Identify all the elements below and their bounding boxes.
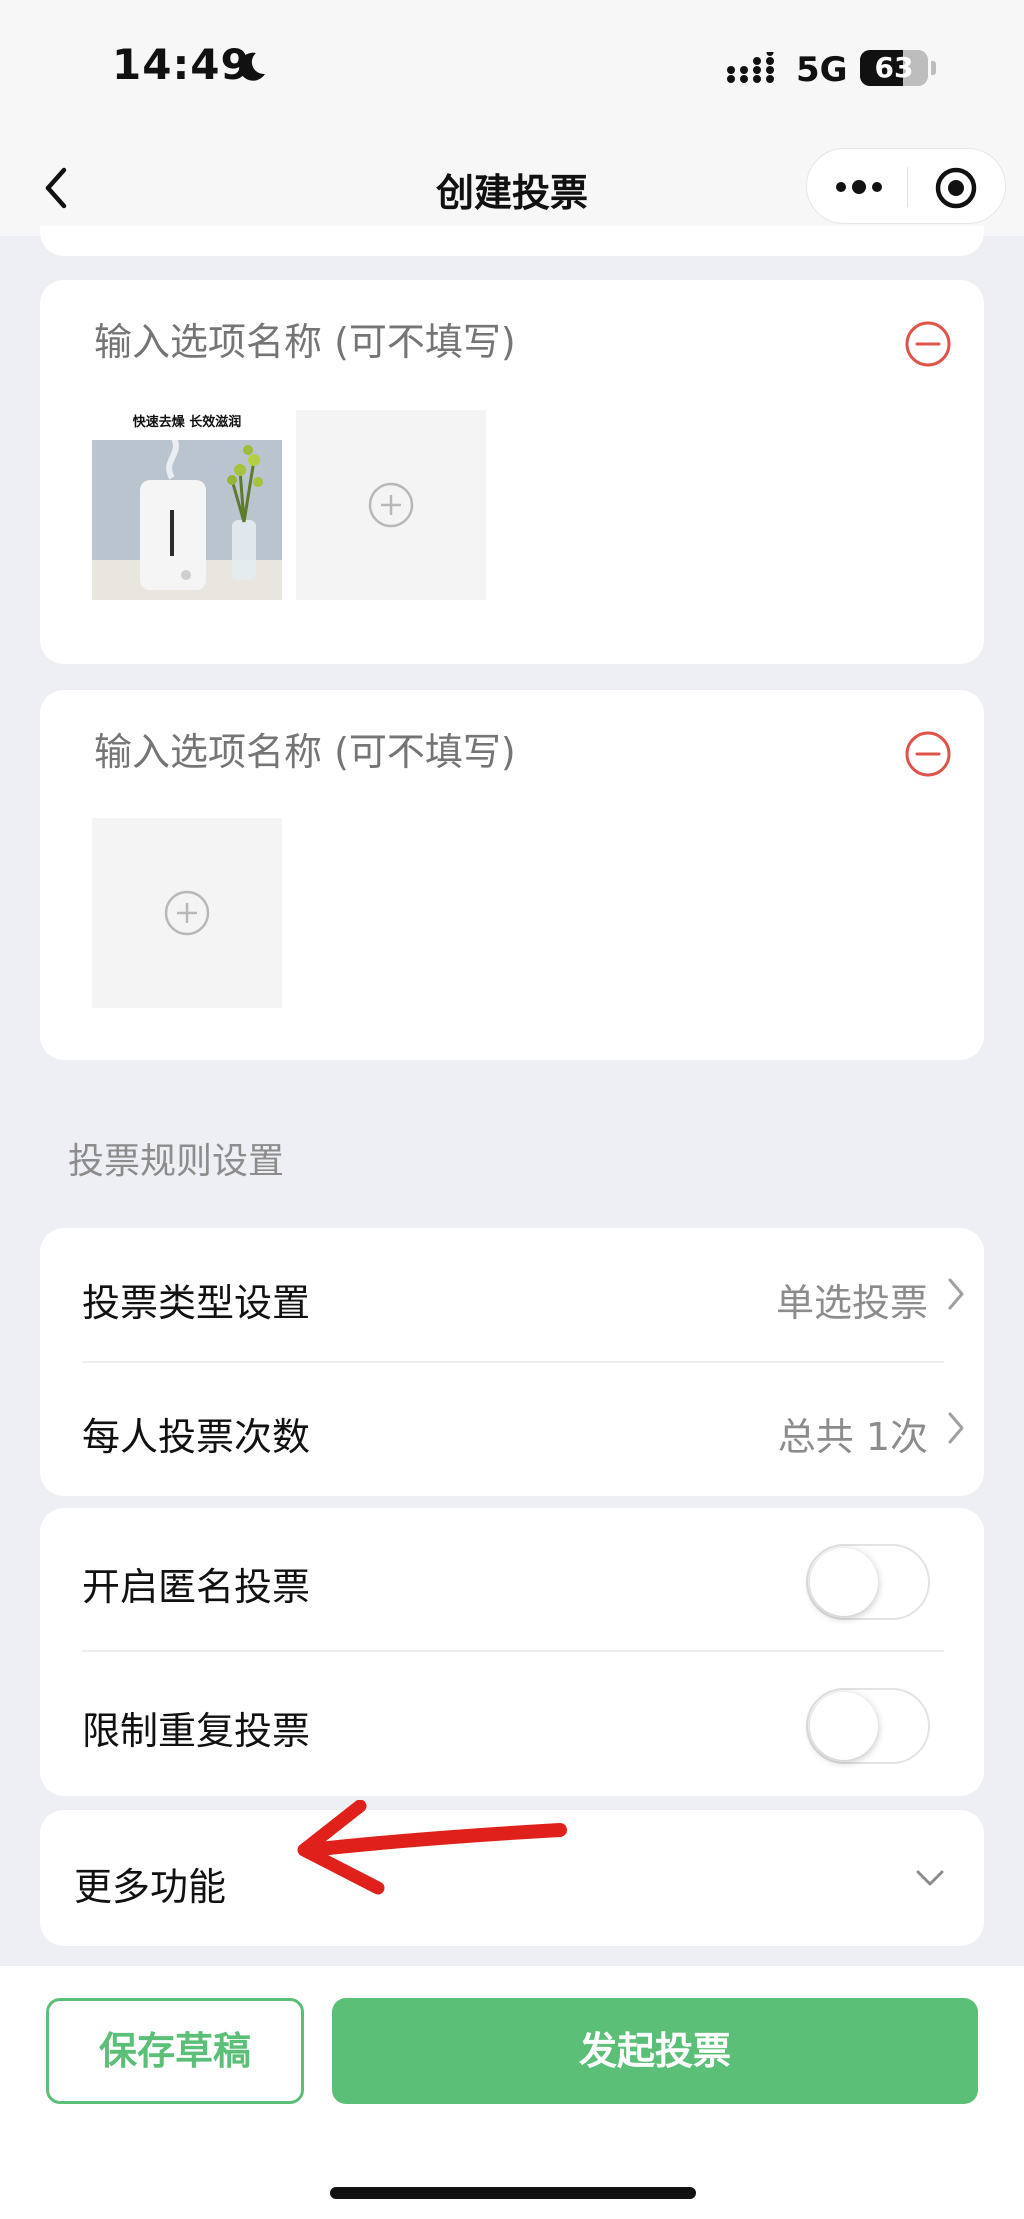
moon-icon [239, 52, 265, 81]
vote-count-label: 每人投票次数 [82, 1415, 311, 1459]
status-bar: 14:49 5G 63 [0, 0, 1024, 140]
remove-option-icon[interactable] [904, 730, 952, 778]
toggle-knob [810, 1692, 878, 1760]
option-name-input[interactable] [94, 320, 854, 364]
option-image-thumbnail[interactable]: 快速去燥 长效滋润 [92, 410, 282, 600]
vote-rules-card: 投票类型设置 单选投票 每人投票次数 总共 1次 [40, 1228, 984, 1496]
annotation-arrow [297, 1800, 567, 1895]
option-name-input[interactable] [94, 730, 854, 774]
row-divider [82, 1650, 944, 1652]
vote-count-row[interactable]: 每人投票次数 总共 1次 [40, 1362, 984, 1496]
remove-option-icon[interactable] [904, 320, 952, 368]
humidifier-image: 快速去燥 长效滋润 [92, 410, 282, 600]
network-label: 5G [796, 50, 848, 90]
anonymous-vote-toggle[interactable] [806, 1544, 930, 1620]
battery-icon: 63 [860, 50, 928, 86]
add-image-button[interactable] [296, 410, 486, 600]
vote-type-label: 投票类型设置 [82, 1281, 311, 1325]
chevron-right-icon [948, 1412, 964, 1444]
previous-card-stub [40, 226, 984, 256]
bottom-action-bar: 保存草稿 发起投票 [0, 1966, 1024, 2219]
vote-toggles-card: 开启匿名投票 限制重复投票 [40, 1508, 984, 1796]
image-caption: 快速去燥 长效滋润 [133, 414, 242, 430]
add-image-button[interactable] [92, 818, 282, 1008]
signal-icon [727, 52, 774, 83]
toggle-knob [810, 1548, 878, 1616]
mini-program-capsule [806, 148, 1006, 224]
anonymous-vote-label: 开启匿名投票 [82, 1565, 311, 1609]
vote-type-row[interactable]: 投票类型设置 单选投票 [40, 1228, 984, 1362]
chevron-down-icon [916, 1870, 944, 1886]
more-features-label: 更多功能 [74, 1865, 227, 1909]
status-time: 14:49 [112, 40, 251, 89]
more-options-icon[interactable] [829, 167, 889, 207]
chevron-right-icon [948, 1278, 964, 1310]
submit-vote-button[interactable]: 发起投票 [332, 1998, 978, 2104]
option-card: 快速去燥 长效滋润 [40, 280, 984, 664]
save-draft-button[interactable]: 保存草稿 [46, 1998, 304, 2104]
plus-circle-icon [164, 890, 210, 936]
close-target-icon[interactable] [933, 165, 979, 211]
limit-repeat-vote-label: 限制重复投票 [82, 1709, 311, 1753]
limit-repeat-vote-toggle[interactable] [806, 1688, 930, 1764]
vote-count-value: 总共 1次 [777, 1415, 928, 1459]
battery-tip [931, 61, 936, 75]
rules-section-title: 投票规则设置 [68, 1141, 285, 1182]
capsule-divider [907, 167, 908, 207]
option-card [40, 690, 984, 1060]
vote-type-value: 单选投票 [775, 1281, 928, 1325]
battery-level: 63 [874, 51, 914, 84]
home-indicator [330, 2187, 696, 2199]
plus-circle-icon [368, 482, 414, 528]
nav-bar: 创建投票 [0, 140, 1024, 236]
